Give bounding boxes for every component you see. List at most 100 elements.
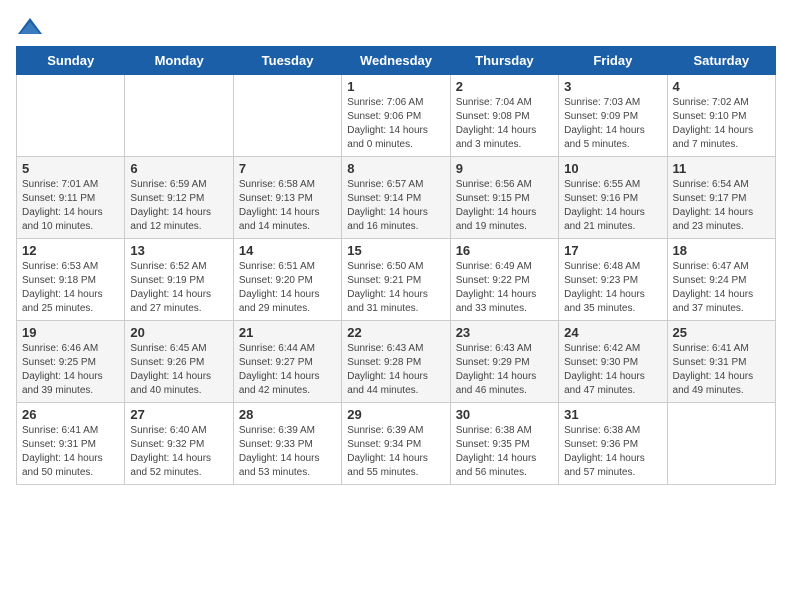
day-number: 8	[347, 161, 444, 176]
calendar-cell: 3 Sunrise: 7:03 AM Sunset: 9:09 PM Daylig…	[559, 75, 667, 157]
day-info: Sunrise: 6:55 AM Sunset: 9:16 PM Dayligh…	[564, 178, 661, 234]
weekday-header-row: SundayMondayTuesdayWednesdayThursdayFrid…	[17, 47, 776, 75]
week-row-4: 19 Sunrise: 6:46 AM Sunset: 9:25 PM Dayli…	[17, 321, 776, 403]
calendar-cell: 11Sunrise: 6:54 AM Sunset: 9:17 PM Dayli…	[667, 157, 775, 239]
calendar-cell: 24 Sunrise: 6:42 AM Sunset: 9:30 PM Dayli…	[559, 321, 667, 403]
header	[16, 16, 776, 38]
day-number: 16	[456, 243, 553, 258]
weekday-header-wednesday: Wednesday	[342, 47, 450, 75]
day-info: Sunrise: 7:01 AM Sunset: 9:11 PM Dayligh…	[22, 178, 119, 234]
calendar-cell: 1Sunrise: 7:06 AM Sunset: 9:06 PM Daylig…	[342, 75, 450, 157]
calendar-cell: 27 Sunrise: 6:40 AM Sunset: 9:32 PM Dayli…	[125, 403, 233, 485]
day-info: Sunrise: 7:02 AM Sunset: 9:10 PM Dayligh…	[673, 96, 770, 152]
calendar-cell: 6 Sunrise: 6:59 AM Sunset: 9:12 PM Daylig…	[125, 157, 233, 239]
calendar-cell: 25 Sunrise: 6:41 AM Sunset: 9:31 PM Dayli…	[667, 321, 775, 403]
day-info: Sunrise: 6:43 AM Sunset: 9:28 PM Dayligh…	[347, 342, 444, 398]
calendar-cell: 26Sunrise: 6:41 AM Sunset: 9:31 PM Dayli…	[17, 403, 125, 485]
day-info: Sunrise: 6:57 AM Sunset: 9:14 PM Dayligh…	[347, 178, 444, 234]
day-number: 22	[347, 325, 444, 340]
week-row-3: 12 Sunrise: 6:53 AM Sunset: 9:18 PM Dayli…	[17, 239, 776, 321]
day-info: Sunrise: 6:41 AM Sunset: 9:31 PM Dayligh…	[673, 342, 770, 398]
day-info: Sunrise: 6:39 AM Sunset: 9:34 PM Dayligh…	[347, 424, 444, 480]
day-info: Sunrise: 6:51 AM Sunset: 9:20 PM Dayligh…	[239, 260, 336, 316]
week-row-1: 1Sunrise: 7:06 AM Sunset: 9:06 PM Daylig…	[17, 75, 776, 157]
day-number: 3	[564, 79, 661, 94]
day-info: Sunrise: 6:38 AM Sunset: 9:36 PM Dayligh…	[564, 424, 661, 480]
calendar-cell: 16 Sunrise: 6:49 AM Sunset: 9:22 PM Dayli…	[450, 239, 558, 321]
calendar-cell: 23 Sunrise: 6:43 AM Sunset: 9:29 PM Dayli…	[450, 321, 558, 403]
weekday-header-monday: Monday	[125, 47, 233, 75]
calendar-cell: 30 Sunrise: 6:38 AM Sunset: 9:35 PM Dayli…	[450, 403, 558, 485]
day-info: Sunrise: 6:52 AM Sunset: 9:19 PM Dayligh…	[130, 260, 227, 316]
day-info: Sunrise: 6:44 AM Sunset: 9:27 PM Dayligh…	[239, 342, 336, 398]
day-number: 27	[130, 407, 227, 422]
day-info: Sunrise: 6:47 AM Sunset: 9:24 PM Dayligh…	[673, 260, 770, 316]
logo	[16, 16, 48, 38]
day-number: 2	[456, 79, 553, 94]
weekday-header-tuesday: Tuesday	[233, 47, 341, 75]
day-number: 12	[22, 243, 119, 258]
calendar-cell: 10 Sunrise: 6:55 AM Sunset: 9:16 PM Dayli…	[559, 157, 667, 239]
calendar-cell: 15Sunrise: 6:50 AM Sunset: 9:21 PM Dayli…	[342, 239, 450, 321]
calendar-cell: 29 Sunrise: 6:39 AM Sunset: 9:34 PM Dayli…	[342, 403, 450, 485]
day-number: 9	[456, 161, 553, 176]
week-row-2: 5 Sunrise: 7:01 AM Sunset: 9:11 PM Daylig…	[17, 157, 776, 239]
day-info: Sunrise: 6:43 AM Sunset: 9:29 PM Dayligh…	[456, 342, 553, 398]
day-number: 24	[564, 325, 661, 340]
day-number: 28	[239, 407, 336, 422]
day-info: Sunrise: 6:46 AM Sunset: 9:25 PM Dayligh…	[22, 342, 119, 398]
day-number: 6	[130, 161, 227, 176]
calendar-cell: 31Sunrise: 6:38 AM Sunset: 9:36 PM Dayli…	[559, 403, 667, 485]
calendar-cell: 17 Sunrise: 6:48 AM Sunset: 9:23 PM Dayli…	[559, 239, 667, 321]
calendar-cell: 7 Sunrise: 6:58 AM Sunset: 9:13 PM Daylig…	[233, 157, 341, 239]
calendar-cell: 18 Sunrise: 6:47 AM Sunset: 9:24 PM Dayli…	[667, 239, 775, 321]
calendar-cell: 2 Sunrise: 7:04 AM Sunset: 9:08 PM Daylig…	[450, 75, 558, 157]
day-info: Sunrise: 6:49 AM Sunset: 9:22 PM Dayligh…	[456, 260, 553, 316]
day-info: Sunrise: 6:45 AM Sunset: 9:26 PM Dayligh…	[130, 342, 227, 398]
day-number: 13	[130, 243, 227, 258]
weekday-header-thursday: Thursday	[450, 47, 558, 75]
day-number: 14	[239, 243, 336, 258]
day-number: 25	[673, 325, 770, 340]
day-info: Sunrise: 6:59 AM Sunset: 9:12 PM Dayligh…	[130, 178, 227, 234]
day-number: 19	[22, 325, 119, 340]
calendar-cell: 9 Sunrise: 6:56 AM Sunset: 9:15 PM Daylig…	[450, 157, 558, 239]
day-info: Sunrise: 6:50 AM Sunset: 9:21 PM Dayligh…	[347, 260, 444, 316]
day-number: 7	[239, 161, 336, 176]
calendar-cell	[125, 75, 233, 157]
day-info: Sunrise: 6:58 AM Sunset: 9:13 PM Dayligh…	[239, 178, 336, 234]
day-number: 20	[130, 325, 227, 340]
day-info: Sunrise: 6:53 AM Sunset: 9:18 PM Dayligh…	[22, 260, 119, 316]
day-info: Sunrise: 7:06 AM Sunset: 9:06 PM Dayligh…	[347, 96, 444, 152]
calendar-cell	[17, 75, 125, 157]
day-number: 30	[456, 407, 553, 422]
calendar-cell: 21Sunrise: 6:44 AM Sunset: 9:27 PM Dayli…	[233, 321, 341, 403]
logo-icon	[16, 16, 44, 38]
calendar-cell: 4Sunrise: 7:02 AM Sunset: 9:10 PM Daylig…	[667, 75, 775, 157]
calendar-cell: 14 Sunrise: 6:51 AM Sunset: 9:20 PM Dayli…	[233, 239, 341, 321]
calendar-cell: 28 Sunrise: 6:39 AM Sunset: 9:33 PM Dayli…	[233, 403, 341, 485]
day-info: Sunrise: 6:42 AM Sunset: 9:30 PM Dayligh…	[564, 342, 661, 398]
calendar-cell: 12 Sunrise: 6:53 AM Sunset: 9:18 PM Dayli…	[17, 239, 125, 321]
calendar-cell: 13 Sunrise: 6:52 AM Sunset: 9:19 PM Dayli…	[125, 239, 233, 321]
calendar: SundayMondayTuesdayWednesdayThursdayFrid…	[16, 46, 776, 485]
weekday-header-friday: Friday	[559, 47, 667, 75]
day-number: 5	[22, 161, 119, 176]
day-number: 18	[673, 243, 770, 258]
calendar-cell	[667, 403, 775, 485]
day-number: 26	[22, 407, 119, 422]
day-info: Sunrise: 6:39 AM Sunset: 9:33 PM Dayligh…	[239, 424, 336, 480]
day-info: Sunrise: 6:40 AM Sunset: 9:32 PM Dayligh…	[130, 424, 227, 480]
day-number: 23	[456, 325, 553, 340]
day-info: Sunrise: 6:38 AM Sunset: 9:35 PM Dayligh…	[456, 424, 553, 480]
day-number: 10	[564, 161, 661, 176]
day-info: Sunrise: 6:56 AM Sunset: 9:15 PM Dayligh…	[456, 178, 553, 234]
day-info: Sunrise: 6:48 AM Sunset: 9:23 PM Dayligh…	[564, 260, 661, 316]
day-number: 29	[347, 407, 444, 422]
day-info: Sunrise: 7:04 AM Sunset: 9:08 PM Dayligh…	[456, 96, 553, 152]
day-info: Sunrise: 7:03 AM Sunset: 9:09 PM Dayligh…	[564, 96, 661, 152]
calendar-cell: 19 Sunrise: 6:46 AM Sunset: 9:25 PM Dayli…	[17, 321, 125, 403]
week-row-5: 26Sunrise: 6:41 AM Sunset: 9:31 PM Dayli…	[17, 403, 776, 485]
calendar-cell: 20 Sunrise: 6:45 AM Sunset: 9:26 PM Dayli…	[125, 321, 233, 403]
day-number: 17	[564, 243, 661, 258]
